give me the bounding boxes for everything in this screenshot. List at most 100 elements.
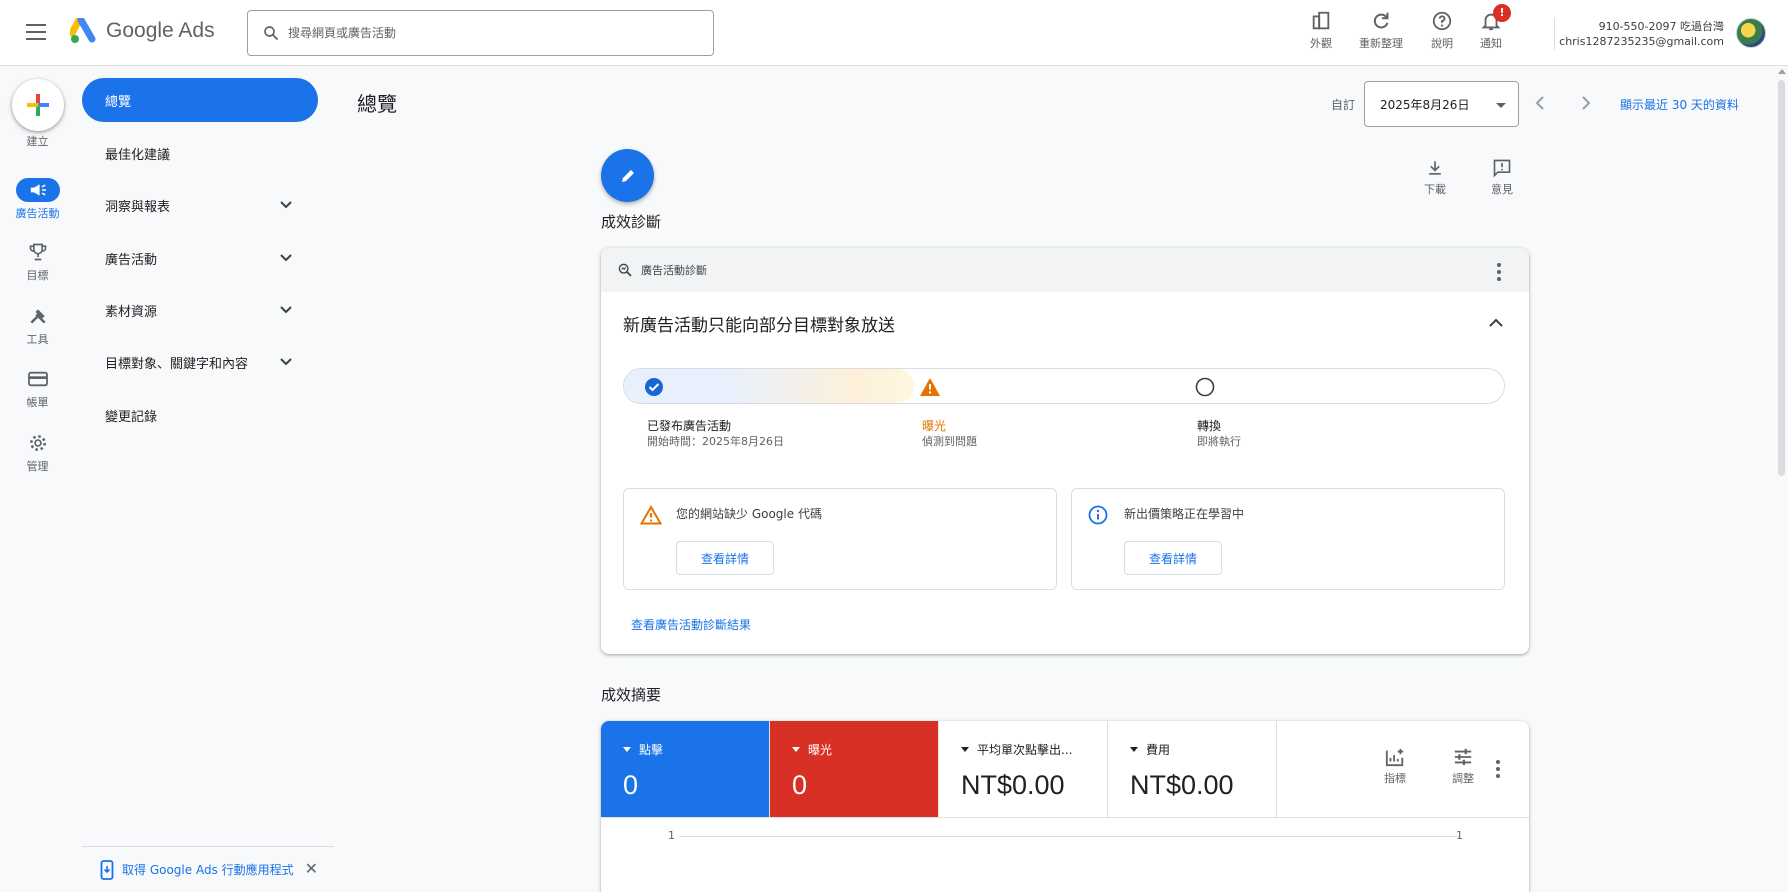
avatar[interactable]: [1736, 18, 1766, 48]
google-ads-logo-icon: [70, 18, 96, 43]
step-subtitle: 偵測到問題: [922, 435, 977, 448]
adjust-button-label: 調整: [1452, 772, 1474, 785]
rail-item-admin[interactable]: 管理: [0, 431, 75, 474]
rail-item-tools[interactable]: 工具: [0, 304, 75, 347]
search-input[interactable]: [288, 26, 688, 40]
progress-fill: [624, 369, 915, 403]
metric-cost[interactable]: 費用 NT$0.00: [1108, 721, 1277, 817]
adjust-button[interactable]: 調整: [1443, 747, 1483, 786]
metric-clicks[interactable]: 點擊 0: [601, 721, 770, 817]
metric-name: 平均單次點擊出...: [961, 741, 1107, 758]
date-range-label: 自訂: [1331, 98, 1356, 112]
tools-icon: [29, 309, 46, 324]
step-published: 已發布廣告活動 開始時間：2025年8月26日: [647, 418, 784, 450]
view-details-button[interactable]: 查看詳情: [1124, 541, 1222, 575]
chevron-up-icon[interactable]: [1487, 314, 1505, 332]
chevron-down-icon[interactable]: [278, 197, 294, 213]
sidebar-item-change-history[interactable]: 變更記錄: [82, 393, 318, 437]
search-box[interactable]: [247, 10, 714, 56]
rail-label-campaigns: 廣告活動: [15, 207, 60, 220]
step-title: 曝光: [922, 419, 947, 433]
sidebar-item-audiences[interactable]: 目標對象、關鍵字和內容: [82, 340, 318, 384]
gear-icon: [29, 435, 46, 451]
metric-value: NT$0.00: [961, 770, 1065, 800]
feedback-button[interactable]: 意見: [1482, 158, 1522, 197]
chevron-down-icon[interactable]: [278, 250, 294, 266]
metric-avg-cpc[interactable]: 平均單次點擊出... NT$0.00: [939, 721, 1108, 817]
warning-icon: [920, 378, 940, 396]
metric-value: 0: [623, 770, 639, 800]
dropdown-caret-icon: [961, 747, 969, 752]
rail-label-tools: 工具: [26, 333, 49, 346]
info-icon: [1088, 505, 1108, 525]
download-button[interactable]: 下載: [1415, 158, 1455, 197]
edit-fab-button[interactable]: [601, 149, 654, 202]
alert-message: 您的網站缺少 Google 代碼: [676, 507, 822, 521]
step-conversions: 轉換 即將執行: [1197, 418, 1241, 450]
refresh-label: 重新整理: [1359, 37, 1403, 50]
step-title: 已發布廣告活動: [647, 419, 732, 433]
create-button[interactable]: [12, 79, 64, 131]
close-icon[interactable]: ✕: [305, 859, 318, 878]
rail-label-admin: 管理: [26, 460, 49, 473]
metrics-button[interactable]: 指標: [1375, 747, 1415, 786]
phone-icon: [100, 859, 114, 880]
menu-icon[interactable]: [26, 24, 46, 40]
axis-tick-left: 1: [668, 829, 675, 842]
sidebar-item-recommendations[interactable]: 最佳化建議: [82, 131, 318, 175]
chevron-right-icon[interactable]: [1576, 94, 1594, 112]
show-recent-link[interactable]: 顯示最近 30 天的資料: [1620, 96, 1739, 113]
help-button[interactable]: 說明: [1414, 10, 1470, 51]
rail-item-campaigns[interactable]: 廣告活動: [0, 178, 75, 221]
diagnostics-card: 廣告活動診斷 新廣告活動只能向部分目標對象放送 已發布廣告活動 開始時間：202…: [601, 248, 1529, 654]
rail-item-billing[interactable]: 帳單: [0, 367, 75, 410]
view-diagnostics-link[interactable]: 查看廣告活動診斷結果: [631, 616, 751, 633]
summary-section-title: 成效摘要: [601, 686, 662, 704]
page-title: 總覽: [357, 92, 397, 116]
appearance-button[interactable]: 外觀: [1293, 10, 1349, 51]
google-ads-logo[interactable]: Google Ads: [70, 18, 215, 44]
metric-name: 曝光: [792, 741, 938, 758]
dropdown-caret-icon: [623, 747, 631, 752]
sidebar-item-campaigns[interactable]: 廣告活動: [82, 236, 318, 280]
metrics-button-label: 指標: [1384, 772, 1406, 785]
refresh-icon: [1373, 12, 1389, 29]
download-label: 下載: [1424, 183, 1446, 196]
mobile-app-banner[interactable]: 取得 Google Ads 行動應用程式 ✕: [82, 846, 334, 892]
step-impressions: 曝光 偵測到問題: [922, 418, 977, 450]
sidebar-item-insights-reports[interactable]: 洞察與報表: [82, 183, 318, 227]
metric-impressions[interactable]: 曝光 0: [770, 721, 939, 817]
chevron-down-icon[interactable]: [278, 354, 294, 370]
date-range-select[interactable]: 2025年8月26日: [1364, 81, 1519, 127]
refresh-button[interactable]: 重新整理: [1353, 10, 1409, 51]
more-vert-icon[interactable]: [1497, 263, 1501, 281]
plus-icon: [27, 94, 49, 116]
view-details-button[interactable]: 查看詳情: [676, 541, 774, 575]
notification-badge: !: [1493, 4, 1511, 22]
sidebar-item-label: 洞察與報表: [105, 199, 171, 215]
account-email: chris1287235235@gmail.com: [1559, 35, 1724, 48]
page-scrollbar[interactable]: [1776, 66, 1788, 892]
alert-message: 新出價策略正在學習中: [1124, 507, 1245, 521]
step-subtitle: 開始時間：2025年8月26日: [647, 435, 784, 448]
metric-name-text: 曝光: [808, 743, 833, 757]
sidebar-item-assets[interactable]: 素材資源: [82, 288, 318, 332]
notifications-label: 通知: [1480, 37, 1502, 50]
diagnostics-progress-bar: [623, 368, 1505, 404]
more-vert-icon[interactable]: [1496, 760, 1500, 778]
rail-label-goals: 目標: [26, 269, 49, 282]
account-id: 910-550-2097 吃過台灣: [1598, 20, 1724, 33]
dropdown-caret-icon: [1130, 747, 1138, 752]
axis-tick-right: 1: [1456, 829, 1463, 842]
rail-pill: [16, 367, 60, 391]
scrollbar-thumb[interactable]: [1778, 80, 1785, 476]
rail-item-goals[interactable]: 目標: [0, 240, 75, 283]
scroll-up-icon[interactable]: [1778, 69, 1786, 74]
sidebar-item-overview[interactable]: 總覽: [82, 78, 318, 122]
chevron-left-icon[interactable]: [1532, 94, 1550, 112]
metric-value: NT$0.00: [1130, 770, 1234, 800]
chevron-down-icon[interactable]: [278, 302, 294, 318]
notifications-button[interactable]: 通知 !: [1463, 4, 1519, 51]
account-info[interactable]: 910-550-2097 吃過台灣 chris1287235235@gmail.…: [1559, 19, 1724, 49]
pencil-icon: [621, 169, 634, 182]
